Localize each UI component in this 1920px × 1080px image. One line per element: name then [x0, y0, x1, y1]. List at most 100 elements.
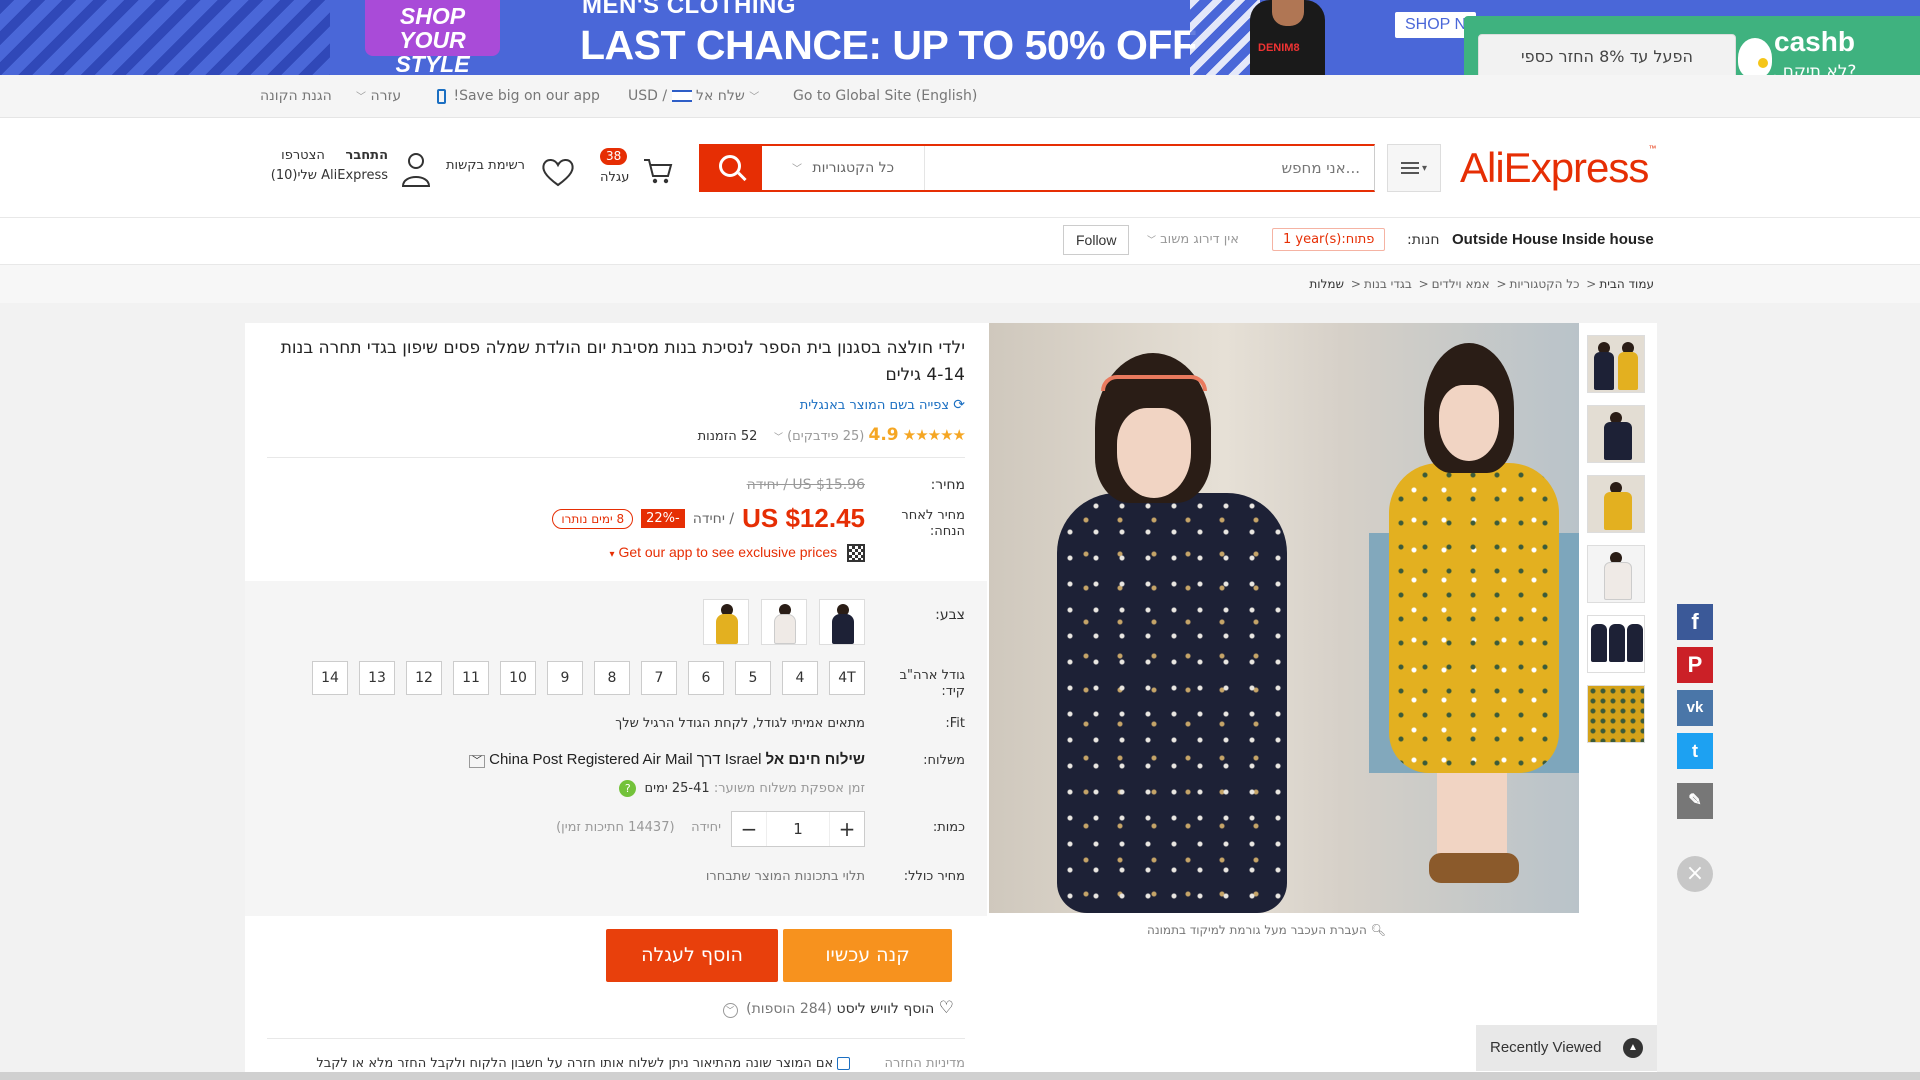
cart-button[interactable]: 38 עגלה [598, 148, 678, 193]
size-option[interactable]: 9 [547, 661, 583, 695]
follow-store-button[interactable]: Follow [1063, 225, 1130, 255]
return-policy-label: מדיניות החזרה [884, 1056, 965, 1071]
edit-icon[interactable]: ✎ [1677, 783, 1713, 819]
quantity-decrease-button[interactable]: − [732, 812, 766, 846]
store-name-link[interactable]: Outside House Inside house [1452, 231, 1654, 248]
color-swatch-white[interactable] [761, 599, 807, 645]
thumbnail-image[interactable] [1587, 615, 1645, 673]
thumbnail-image[interactable] [1587, 475, 1645, 533]
close-share-icon[interactable]: × [1677, 856, 1713, 892]
help-label: עזרה [370, 88, 402, 104]
pinterest-share-icon[interactable]: P [1677, 647, 1713, 683]
cart-label: עגלה [600, 170, 630, 185]
breadcrumb: עמוד הבית< כל הקטגוריות< אמא וילדים< בגד… [0, 265, 1920, 303]
store-label: חנות: [1407, 232, 1440, 248]
size-option[interactable]: 11 [453, 661, 489, 695]
aliexpress-logo[interactable]: AliExpress™ [1460, 144, 1656, 192]
breadcrumb-dresses[interactable]: שמלות [1309, 277, 1344, 291]
currency-label: USD [628, 88, 658, 104]
activate-cashback-button[interactable]: הפעל עד 8% החזר כספי [1478, 34, 1736, 80]
delivery-estimate: זמן אספקת משלוח משוער: 25-41 ימים ? [619, 780, 865, 797]
search-button[interactable] [701, 145, 762, 191]
account-menu[interactable]: התחבר הצטרפו AliExpress שלי(10) [260, 148, 432, 193]
login-link[interactable]: התחבר [346, 148, 389, 163]
feedback-count-link[interactable]: (25 פידבקים) [787, 429, 864, 444]
thumbnail-image[interactable] [1587, 335, 1645, 393]
join-link[interactable]: הצטרפו [281, 148, 325, 163]
category-menu-button[interactable]: ▾ [1387, 144, 1441, 192]
delivery-days: 25-41 ימים [644, 781, 710, 796]
size-option[interactable]: 5 [735, 661, 771, 695]
color-swatch-navy[interactable] [819, 599, 865, 645]
breadcrumb-home[interactable]: עמוד הבית [1599, 277, 1654, 291]
wishlist-button[interactable]: רשימת בקשות [446, 152, 576, 192]
store-rating-label: אין דירוג משוב [1160, 232, 1239, 247]
app-promo-link[interactable]: !Save big on our app [437, 88, 600, 104]
global-site-link[interactable]: Go to Global Site (English) [793, 88, 977, 104]
star-rating-icon: ★★★★★ [902, 426, 966, 444]
thumbnail-image[interactable] [1587, 545, 1645, 603]
quantity-increase-button[interactable]: + [830, 812, 864, 846]
top-bar: Go to Global Site (English) USD / שלח אל… [0, 75, 1920, 118]
thumbnail-image[interactable] [1587, 685, 1645, 743]
chevron-down-icon[interactable]: ﹀ [722, 1003, 738, 1018]
delivery-estimate-label: זמן אספקת משלוח משוער: [713, 781, 865, 796]
recently-viewed-button[interactable]: Recently Viewed ▲ [1476, 1025, 1657, 1071]
size-option[interactable]: 14 [312, 661, 348, 695]
buy-now-button[interactable]: קנה עכשיו [783, 929, 952, 982]
original-price: US $15.96 / יחידה [746, 477, 865, 493]
app-exclusive-price-link[interactable]: Get our app to see exclusive prices ▾ [610, 544, 865, 563]
search-input[interactable] [925, 146, 1374, 190]
rating-score: 4.9 [868, 425, 899, 445]
vk-share-icon[interactable]: vk [1677, 690, 1713, 726]
add-wishlist-label: הוסף לוויש ליסט [836, 1001, 935, 1017]
breadcrumb-mother-kids[interactable]: אמא וילדים [1432, 277, 1490, 291]
size-label: גודל ארה"ב קיד: [899, 668, 965, 699]
account-login-join: התחבר הצטרפו [281, 148, 388, 163]
category-dropdown[interactable]: כל הקטגוריות ﹀ [762, 146, 925, 190]
shipping-method-dropdown[interactable]: שילוח חינם אל Israel דרך China Post Regi… [468, 751, 865, 768]
product-main-image[interactable] [989, 323, 1579, 913]
fit-value: מתאים אמיתי לגודל, לקחת הגודל הרגיל שלך [615, 716, 865, 731]
help-menu[interactable]: ﹀ עזרה [356, 88, 401, 104]
chevron-down-icon: ﹀ [791, 164, 802, 175]
chevron-down-icon: ﹀ [356, 92, 366, 103]
breadcrumb-all-categories[interactable]: כל הקטגוריות [1510, 277, 1580, 291]
ship-to-selector[interactable]: USD / שלח אל ﹀ [628, 88, 759, 104]
hamburger-icon [1401, 162, 1419, 164]
buyer-protection-link[interactable]: הגנת הקונה [260, 88, 332, 104]
quantity-label: כמות: [932, 820, 965, 835]
banner-headline: LAST CHANCE: UP TO 50% OFF [580, 22, 1197, 68]
orders-count: 52 הזמנות [697, 429, 758, 444]
size-option[interactable]: 4T [829, 661, 865, 695]
size-option[interactable]: 7 [641, 661, 677, 695]
twitter-share-icon[interactable]: t [1677, 733, 1713, 769]
discount-price-label: מחיר לאחר הנחה: [901, 508, 965, 539]
product-info: ילדי חולצה בסגנון בית הספר לנסיכת בנות מ… [245, 323, 987, 1080]
breadcrumb-girls-clothing[interactable]: בגדי בנות [1364, 277, 1412, 291]
thumbnail-image[interactable] [1587, 405, 1645, 463]
size-option[interactable]: 12 [406, 661, 442, 695]
size-option[interactable]: 6 [688, 661, 724, 695]
add-to-wishlist-link[interactable]: ♡ הוסף לוויש ליסט (284 הוספות) ﹀ [722, 998, 954, 1018]
quantity-value[interactable]: 1 [766, 812, 830, 846]
caret-down-icon: ▾ [1422, 163, 1428, 174]
help-icon[interactable]: ? [619, 780, 637, 797]
translate-title-link[interactable]: ⟳ צפייה בשם המוצר באנגלית [800, 397, 965, 413]
add-to-cart-button[interactable]: הוסף לעגלה [606, 929, 778, 982]
product-panel: ילדי חולצה בסגנון בית הספר לנסיכת בנות מ… [245, 323, 1657, 1080]
size-option[interactable]: 8 [594, 661, 630, 695]
recently-viewed-label: Recently Viewed [1490, 1039, 1602, 1056]
facebook-share-icon[interactable]: f [1677, 604, 1713, 640]
my-aliexpress-link[interactable]: AliExpress שלי(10) [271, 168, 388, 183]
size-option[interactable]: 4 [782, 661, 818, 695]
store-rating-dropdown[interactable]: אין דירוג משוב ﹀ [1147, 232, 1239, 247]
discounted-price: US $12.45 [742, 503, 865, 533]
banner-model-image: DENIM8 [1250, 0, 1325, 75]
size-option[interactable]: 10 [500, 661, 536, 695]
color-swatch-yellow[interactable] [703, 599, 749, 645]
category-dropdown-label: כל הקטגוריות [812, 160, 895, 176]
size-option[interactable]: 13 [359, 661, 395, 695]
social-share-bar: f P vk t ✎ [1677, 604, 1713, 826]
horizontal-scrollbar[interactable] [0, 1072, 1920, 1080]
